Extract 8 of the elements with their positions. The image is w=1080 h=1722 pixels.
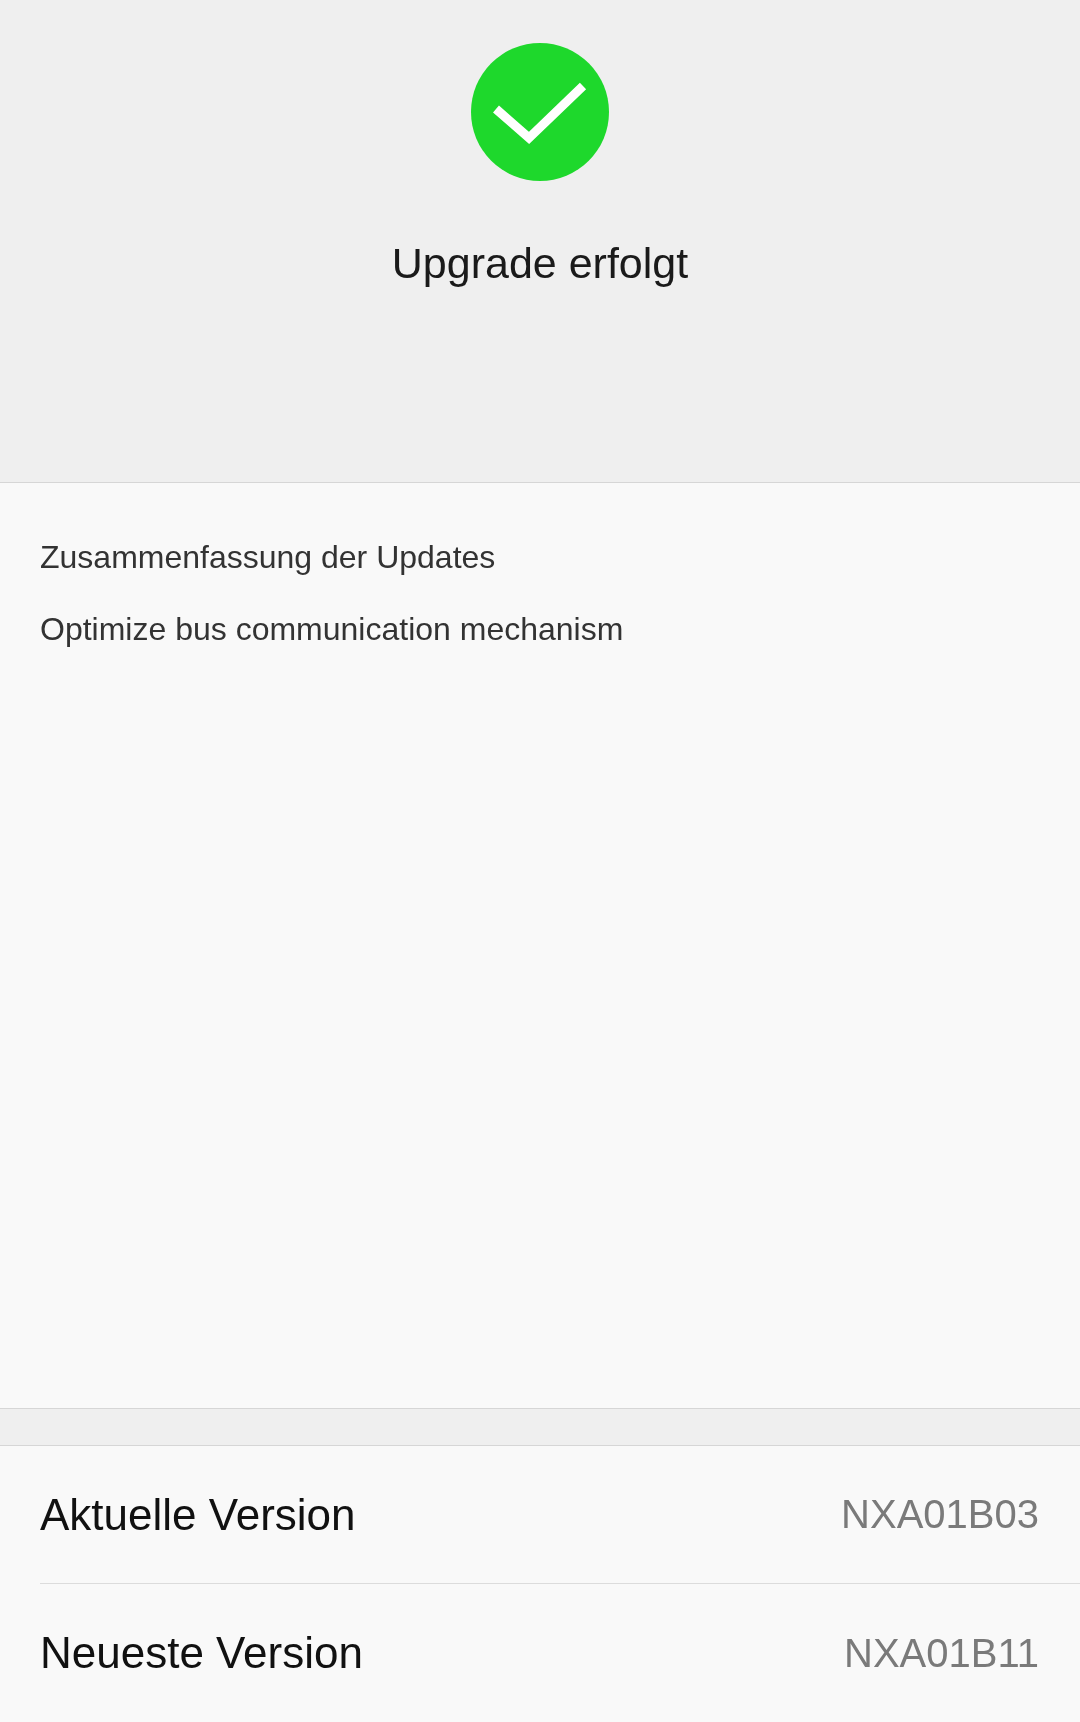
status-title: Upgrade erfolgt <box>391 239 689 288</box>
check-icon <box>471 43 609 181</box>
summary-heading: Zusammenfassung der Updates <box>40 538 497 575</box>
version-value: NXA01B03 <box>841 1492 1039 1537</box>
version-label: Aktuelle Version <box>40 1489 356 1540</box>
update-note: Optimize bus communication mechanism <box>40 610 625 647</box>
version-label: Neueste Version <box>40 1628 363 1679</box>
version-value: NXA01B11 <box>844 1630 1039 1676</box>
